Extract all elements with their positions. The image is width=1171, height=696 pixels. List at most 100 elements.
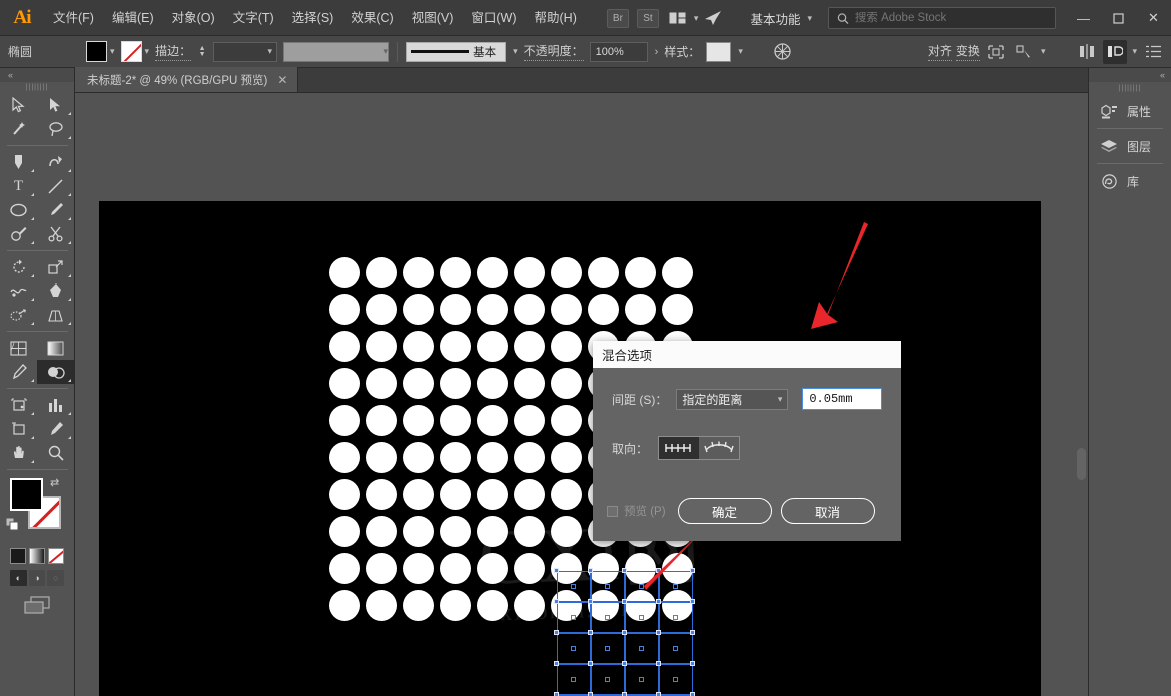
stroke-definition-dropdown[interactable]: 基本	[406, 42, 506, 62]
artwork-dot[interactable]	[477, 294, 508, 325]
selection-anchor-point[interactable]	[673, 584, 678, 589]
cancel-button[interactable]: 取消	[781, 498, 875, 524]
artwork-dot[interactable]	[329, 294, 360, 325]
panel-options-menu-icon[interactable]	[1141, 40, 1165, 64]
graphic-style-swatch[interactable]	[706, 42, 731, 62]
selection-anchor-point[interactable]	[690, 630, 695, 635]
document-tab[interactable]: 未标题-2* @ 49% (RGB/GPU 预览) ✕	[75, 67, 298, 92]
stroke-chevron-down-icon[interactable]: ▾	[145, 46, 150, 57]
selection-anchor-point[interactable]	[690, 568, 695, 573]
artwork-dot[interactable]	[625, 257, 656, 288]
draw-behind-button[interactable]: ◑	[29, 570, 46, 586]
artwork-dot[interactable]	[514, 516, 545, 547]
magic-wand-tool[interactable]	[0, 117, 37, 141]
preview-checkbox[interactable]	[607, 506, 618, 517]
rotate-tool[interactable]	[0, 255, 37, 279]
workspace-switcher[interactable]: 基本功能 ▾	[750, 9, 812, 28]
shape-builder-tool[interactable]	[0, 303, 37, 327]
gradient-button[interactable]	[29, 548, 45, 564]
menu-help[interactable]: 帮助(H)	[526, 0, 586, 36]
artwork-dot[interactable]	[403, 479, 434, 510]
search-input[interactable]	[855, 12, 1047, 24]
selection-anchor-point[interactable]	[622, 692, 627, 696]
artwork-dot[interactable]	[514, 479, 545, 510]
gradient-tool[interactable]	[37, 336, 74, 360]
stroke-swatch[interactable]	[121, 41, 142, 62]
artwork-dot[interactable]	[440, 516, 471, 547]
selection-anchor-point[interactable]	[588, 630, 593, 635]
vertical-scrollbar[interactable]	[1077, 448, 1086, 480]
menu-object[interactable]: 对象(O)	[163, 0, 224, 36]
opacity-flyout-arrow-icon[interactable]: ›	[655, 46, 659, 58]
isolate-selected-object-icon[interactable]	[984, 40, 1008, 64]
opacity-label[interactable]: 不透明度：	[524, 42, 584, 61]
close-icon[interactable]: ✕	[277, 73, 287, 87]
artwork-dot[interactable]	[366, 516, 397, 547]
ok-button[interactable]: 确定	[678, 498, 772, 524]
artwork-dot[interactable]	[366, 331, 397, 362]
zoom-tool[interactable]	[37, 441, 74, 465]
search-adobe-stock[interactable]	[828, 7, 1056, 29]
align-to-page-button[interactable]	[659, 437, 699, 459]
artwork-dot[interactable]	[403, 294, 434, 325]
type-tool[interactable]: T	[0, 174, 37, 198]
fill-color-control[interactable]: ▾	[86, 41, 115, 62]
fill-swatch[interactable]	[86, 41, 107, 62]
blend-options-dialog[interactable]: 混合选项 间距 (S)： 指定的距离 ▾ 0.05mm 取向：	[593, 341, 901, 541]
default-fill-stroke-icon[interactable]	[6, 518, 19, 531]
spacing-dropdown[interactable]: 指定的距离 ▾	[676, 389, 788, 410]
selection-anchor-point[interactable]	[690, 692, 695, 696]
artwork-dot[interactable]	[477, 257, 508, 288]
selection-anchor-point[interactable]	[639, 646, 644, 651]
artwork-dot[interactable]	[551, 442, 582, 473]
style-chevron-down-icon[interactable]: ▾	[738, 46, 743, 57]
toolbar-collapse-button[interactable]: «	[0, 68, 74, 82]
selection-anchor-point[interactable]	[554, 599, 559, 604]
toolbar-grip[interactable]: ||||||||	[0, 82, 74, 93]
artwork-dot[interactable]	[440, 294, 471, 325]
artwork-dot[interactable]	[329, 368, 360, 399]
lasso-tool[interactable]	[37, 117, 74, 141]
selection-anchor-point[interactable]	[571, 584, 576, 589]
minimize-button[interactable]: —	[1066, 0, 1101, 36]
artwork-dot[interactable]	[403, 331, 434, 362]
maximize-button[interactable]	[1101, 0, 1136, 36]
menu-view[interactable]: 视图(V)	[403, 0, 463, 36]
stock-button[interactable]: St	[637, 9, 659, 28]
selection-anchor-point[interactable]	[690, 661, 695, 666]
artwork-dot[interactable]	[588, 294, 619, 325]
selection-anchor-point[interactable]	[588, 599, 593, 604]
curvature-tool[interactable]	[37, 150, 74, 174]
artwork-dot[interactable]	[440, 405, 471, 436]
artwork-dot[interactable]	[514, 331, 545, 362]
panel-grip[interactable]: ||||||||	[1089, 82, 1171, 94]
artwork-dot[interactable]	[366, 405, 397, 436]
menu-select[interactable]: 选择(S)	[283, 0, 343, 36]
selection-tool[interactable]	[0, 93, 37, 117]
selection-anchor-point[interactable]	[639, 615, 644, 620]
width-tool[interactable]	[0, 279, 37, 303]
eyedropper-tool[interactable]	[0, 360, 37, 384]
artwork-dot[interactable]	[403, 590, 434, 621]
artwork-dot[interactable]	[440, 590, 471, 621]
selection-anchor-point[interactable]	[588, 568, 593, 573]
artwork-dot[interactable]	[329, 479, 360, 510]
artwork-dot[interactable]	[477, 516, 508, 547]
hand-tool[interactable]	[0, 441, 37, 465]
selection-anchor-point[interactable]	[656, 599, 661, 604]
artwork-dot[interactable]	[329, 405, 360, 436]
align-chevron-down-icon[interactable]: ▾	[1132, 46, 1137, 57]
artwork-dot[interactable]	[551, 368, 582, 399]
menu-window[interactable]: 窗口(W)	[462, 0, 525, 36]
perspective-grid-tool[interactable]	[37, 303, 74, 327]
artwork-dot[interactable]	[366, 479, 397, 510]
behance-share-icon[interactable]	[700, 5, 726, 31]
selection-overlay[interactable]	[557, 571, 693, 696]
artwork-dot[interactable]	[403, 516, 434, 547]
selection-anchor-point[interactable]	[622, 661, 627, 666]
artwork-dot[interactable]	[477, 405, 508, 436]
toolbar-fill-swatch[interactable]	[10, 478, 43, 511]
slice-tool[interactable]	[0, 417, 37, 441]
artwork-dot[interactable]	[662, 257, 693, 288]
scale-tool[interactable]	[37, 255, 74, 279]
